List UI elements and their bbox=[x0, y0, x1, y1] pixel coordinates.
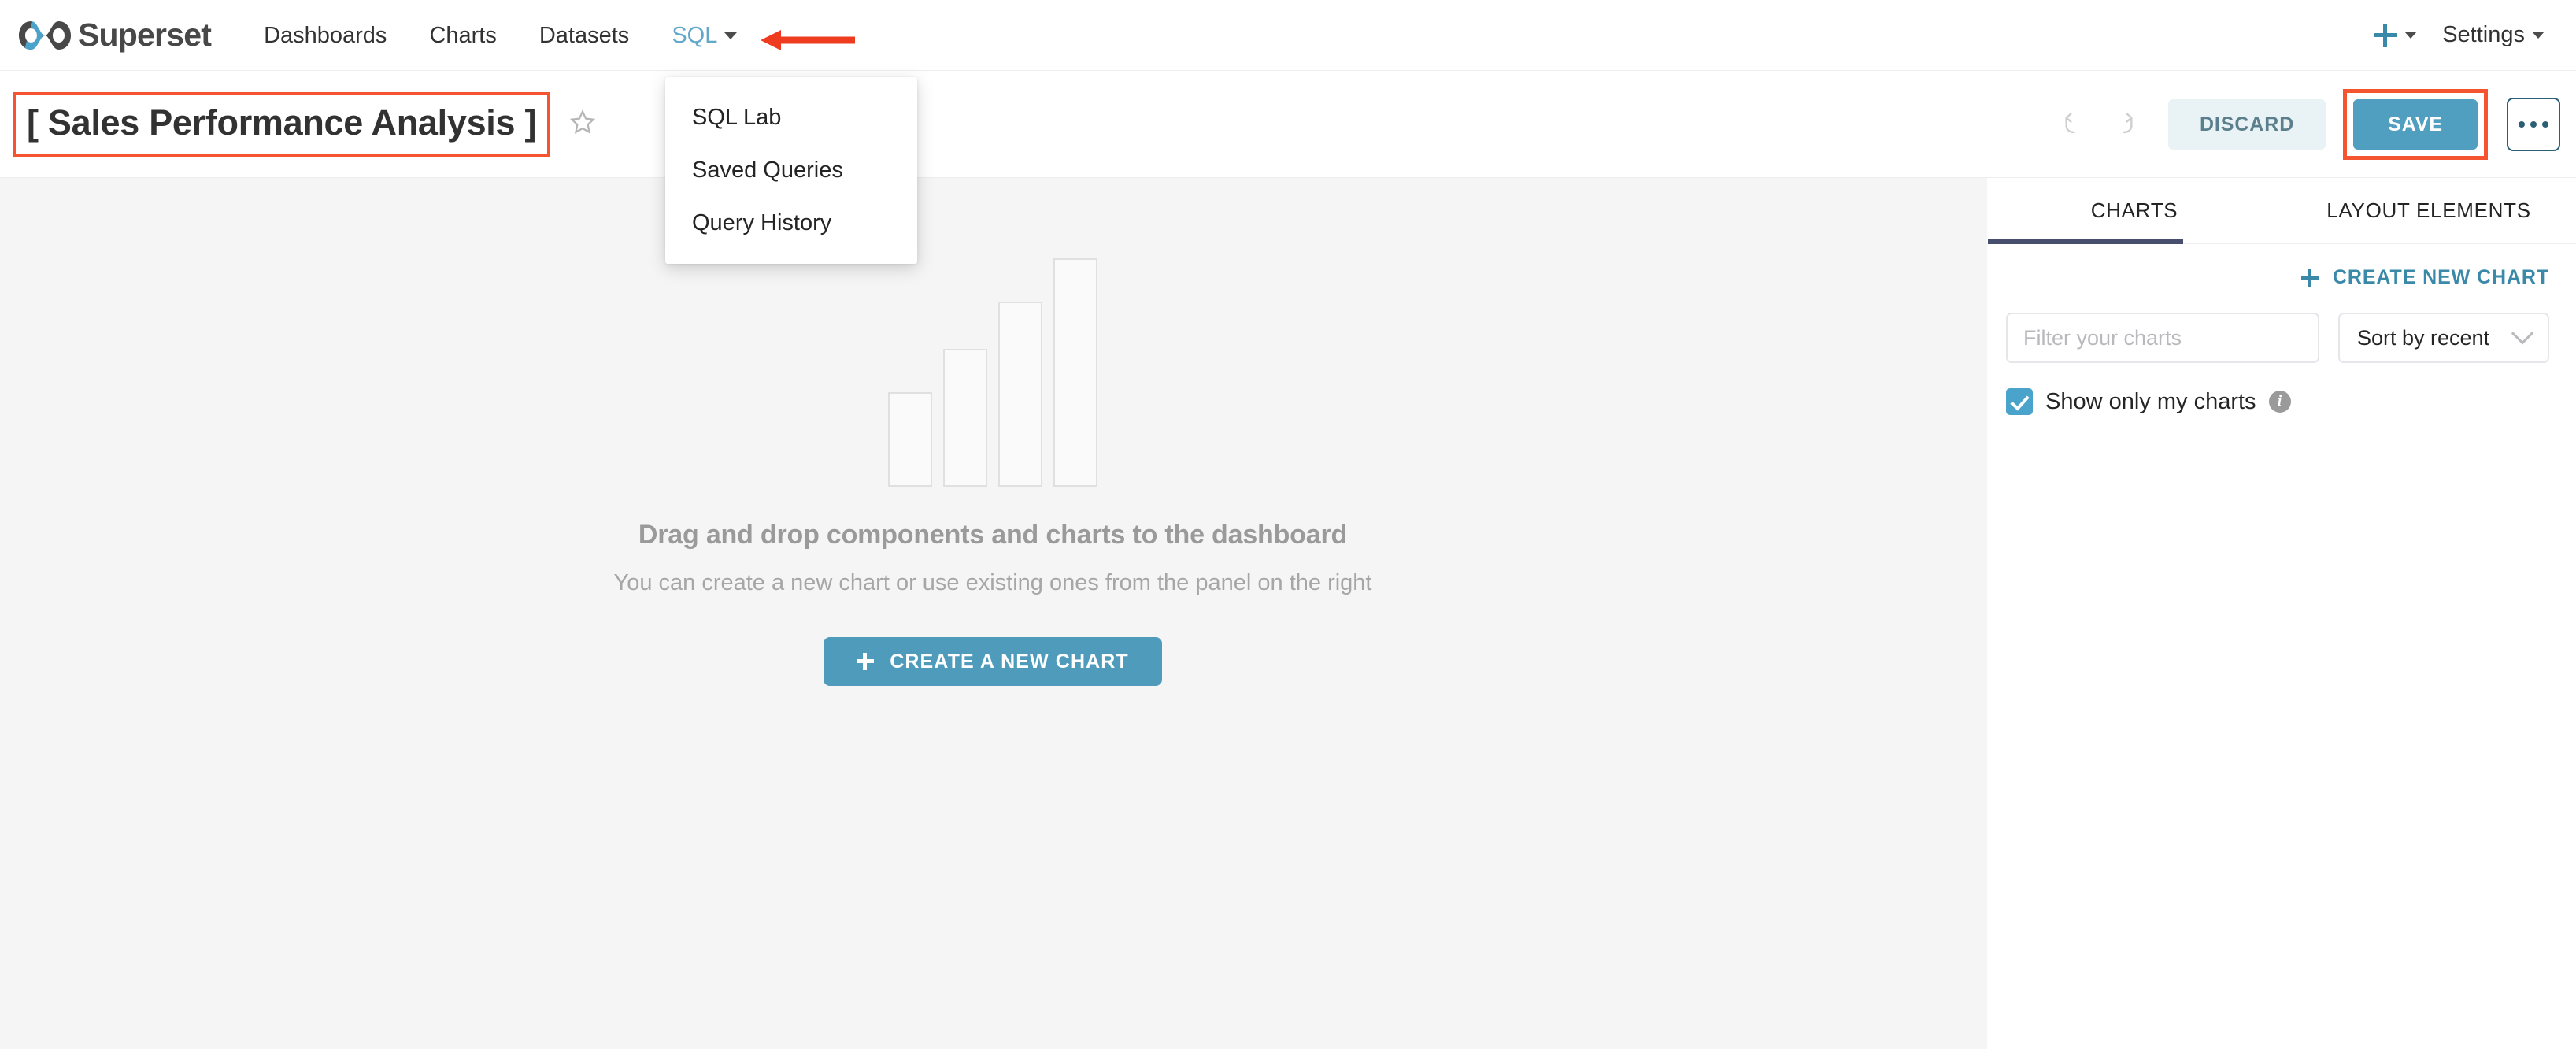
create-new-chart-label: CREATE NEW CHART bbox=[2332, 266, 2549, 288]
nav-item-datasets[interactable]: Datasets bbox=[518, 0, 650, 71]
info-circle-icon[interactable]: i bbox=[2268, 391, 2291, 413]
show-only-my-charts-checkbox[interactable] bbox=[2006, 388, 2033, 415]
settings-menu-button[interactable]: Settings bbox=[2437, 22, 2549, 48]
ellipsis-icon bbox=[2519, 120, 2548, 128]
empty-state: Drag and drop components and charts to t… bbox=[0, 178, 1986, 686]
show-only-my-charts-row: Show only my charts i bbox=[1987, 363, 2576, 415]
navbar-right-group: Settings bbox=[2353, 22, 2549, 48]
create-a-new-chart-label: CREATE A NEW CHART bbox=[890, 650, 1129, 673]
create-new-chart-row: CREATE NEW CHART bbox=[1987, 244, 2576, 289]
settings-label: Settings bbox=[2442, 22, 2525, 47]
placeholder-bar bbox=[1053, 258, 1097, 487]
menu-item-sql-lab[interactable]: SQL Lab bbox=[665, 91, 917, 144]
panel-controls: Sort by recent bbox=[1987, 289, 2576, 363]
plus-icon bbox=[2374, 23, 2398, 47]
create-a-new-chart-button[interactable]: CREATE A NEW CHART bbox=[824, 637, 1162, 686]
active-tab-indicator bbox=[1988, 239, 2183, 244]
tab-layout-elements[interactable]: LAYOUT ELEMENTS bbox=[2282, 178, 2576, 243]
redo-button[interactable] bbox=[2102, 104, 2143, 145]
dashboard-title-highlight: [ Sales Performance Analysis ] bbox=[13, 91, 551, 157]
empty-state-title: Drag and drop components and charts to t… bbox=[638, 520, 1348, 550]
bar-chart-outline-icon bbox=[888, 258, 1097, 487]
placeholder-bar bbox=[943, 349, 987, 487]
empty-state-subtitle: You can create a new chart or use existi… bbox=[613, 570, 1372, 595]
menu-item-saved-queries[interactable]: Saved Queries bbox=[665, 144, 917, 197]
new-item-button[interactable] bbox=[2353, 23, 2437, 47]
show-only-my-charts-label: Show only my charts bbox=[2045, 388, 2256, 414]
placeholder-bar bbox=[998, 302, 1042, 487]
favorite-star-icon[interactable] bbox=[569, 109, 596, 139]
sql-dropdown-menu: SQL Lab Saved Queries Query History bbox=[665, 77, 917, 264]
save-button-highlight: SAVE bbox=[2343, 88, 2488, 160]
superset-infinity-logo-icon bbox=[17, 19, 72, 52]
sort-dropdown-value: Sort by recent bbox=[2357, 325, 2490, 350]
superset-logo-link[interactable]: Superset bbox=[17, 17, 212, 54]
save-button[interactable]: SAVE bbox=[2353, 98, 2478, 150]
menu-item-query-history[interactable]: Query History bbox=[665, 197, 917, 250]
dashboard-header: [ Sales Performance Analysis ] DISCARD S… bbox=[0, 71, 2576, 178]
top-navbar: Superset Dashboards Charts Datasets SQL … bbox=[0, 0, 2576, 71]
discard-button[interactable]: DISCARD bbox=[2167, 98, 2326, 150]
chevron-down-icon bbox=[2404, 32, 2418, 39]
filter-charts-input[interactable] bbox=[2006, 313, 2319, 363]
create-new-chart-link[interactable]: CREATE NEW CHART bbox=[2300, 266, 2549, 289]
brand-name: Superset bbox=[78, 17, 212, 53]
dashboard-canvas[interactable]: Drag and drop components and charts to t… bbox=[0, 178, 1986, 1049]
nav-item-sql[interactable]: SQL bbox=[650, 0, 758, 71]
tab-charts[interactable]: CHARTS bbox=[1987, 178, 2282, 243]
placeholder-bar bbox=[888, 392, 932, 487]
charts-side-panel: CHARTS LAYOUT ELEMENTS CREATE NEW CHART … bbox=[1987, 178, 2576, 1049]
chevron-down-icon bbox=[2511, 322, 2534, 345]
nav-item-dashboards[interactable]: Dashboards bbox=[242, 0, 408, 71]
chevron-down-icon bbox=[2532, 32, 2545, 39]
panel-tab-bar: CHARTS LAYOUT ELEMENTS bbox=[1987, 178, 2576, 244]
sort-dropdown[interactable]: Sort by recent bbox=[2338, 313, 2549, 363]
chevron-down-icon bbox=[724, 32, 738, 39]
dashboard-header-actions: DISCARD SAVE bbox=[2052, 88, 2560, 160]
plus-icon bbox=[2300, 269, 2319, 287]
nav-item-sql-label: SQL bbox=[672, 22, 718, 48]
dashboard-title[interactable]: [ Sales Performance Analysis ] bbox=[27, 102, 536, 143]
more-options-button[interactable] bbox=[2507, 97, 2560, 151]
undo-button[interactable] bbox=[2055, 104, 2096, 145]
plus-icon bbox=[857, 653, 875, 670]
nav-item-charts[interactable]: Charts bbox=[408, 0, 517, 71]
